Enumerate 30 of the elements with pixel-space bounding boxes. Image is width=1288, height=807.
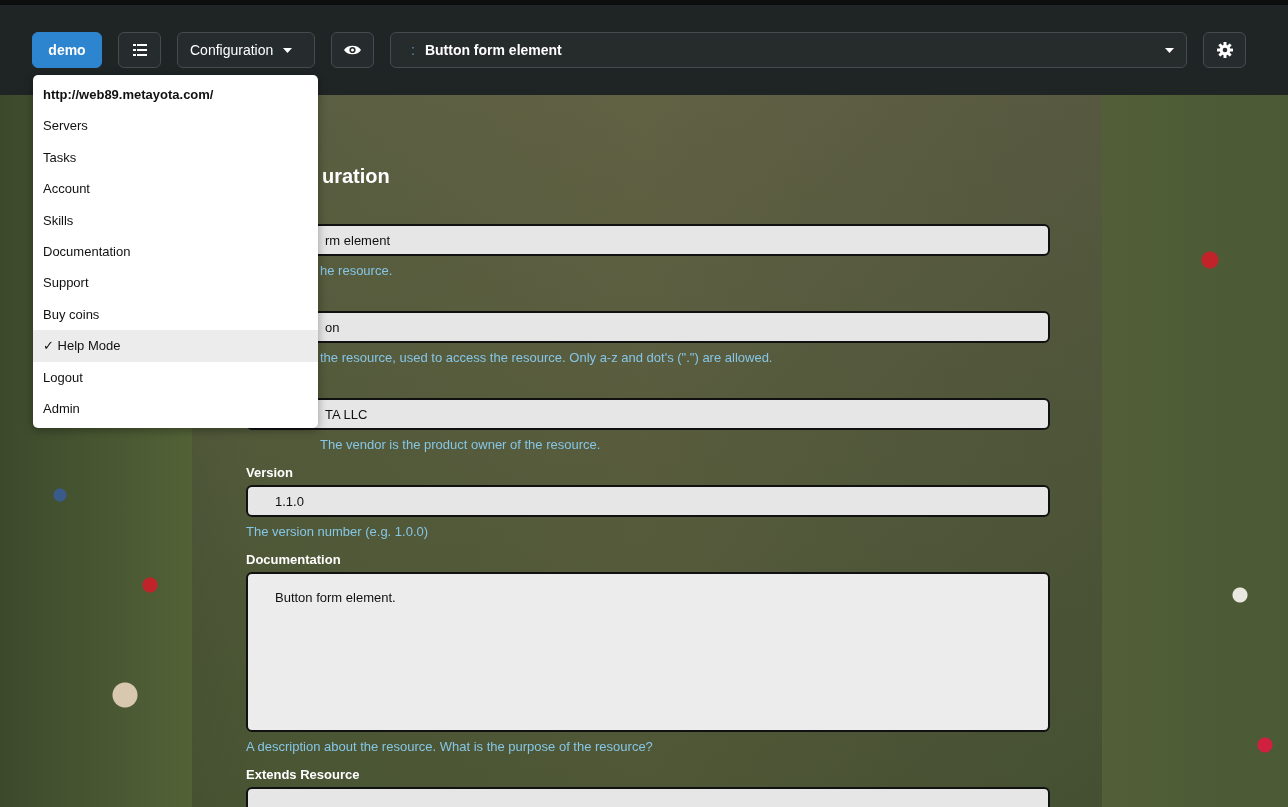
menu-item[interactable]: Servers: [33, 110, 318, 142]
menu-item[interactable]: ✓ Help Mode: [33, 330, 318, 362]
preview-button[interactable]: [331, 32, 374, 68]
field-label: Extends Resource: [246, 766, 361, 784]
field-hint: A description about the resource. What is the purpose of the resource?: [246, 738, 654, 756]
settings-button[interactable]: [1203, 32, 1246, 68]
caret-icon: [283, 47, 293, 53]
input-field[interactable]: TA LLC: [246, 398, 1050, 430]
input-field[interactable]: 1.1.0: [246, 485, 1050, 517]
resource-select[interactable]: : Button form element: [390, 32, 1187, 68]
field-label: Documentation: [246, 551, 342, 569]
field-hint: he resource.: [319, 262, 394, 280]
field-hint: The version number (e.g. 1.0.0): [246, 523, 430, 541]
list-button[interactable]: [118, 32, 161, 68]
caret-icon: [1165, 47, 1174, 53]
view-dropdown[interactable]: Configuration: [177, 32, 315, 68]
server-url: http://web89.metayota.com/: [42, 86, 215, 104]
menu-item[interactable]: Support: [33, 267, 318, 299]
menu-item[interactable]: Tasks: [33, 141, 318, 174]
field-hint: the resource, used to access the resource. Only a-z and dot's (".") are allowed.: [319, 349, 774, 367]
user-button[interactable]: demo: [32, 32, 102, 68]
page-title: uration: [321, 164, 391, 189]
text-area[interactable]: Button form element.: [246, 572, 1050, 732]
menu-item[interactable]: Account: [33, 173, 318, 205]
field-label: Version: [246, 464, 294, 482]
field-hint: The vendor is the product owner of the resource.: [319, 436, 602, 454]
menu-item[interactable]: Logout: [33, 361, 318, 393]
eye-icon: [344, 44, 361, 56]
settings-icon: [1216, 42, 1233, 58]
list-icon: [132, 43, 147, 57]
